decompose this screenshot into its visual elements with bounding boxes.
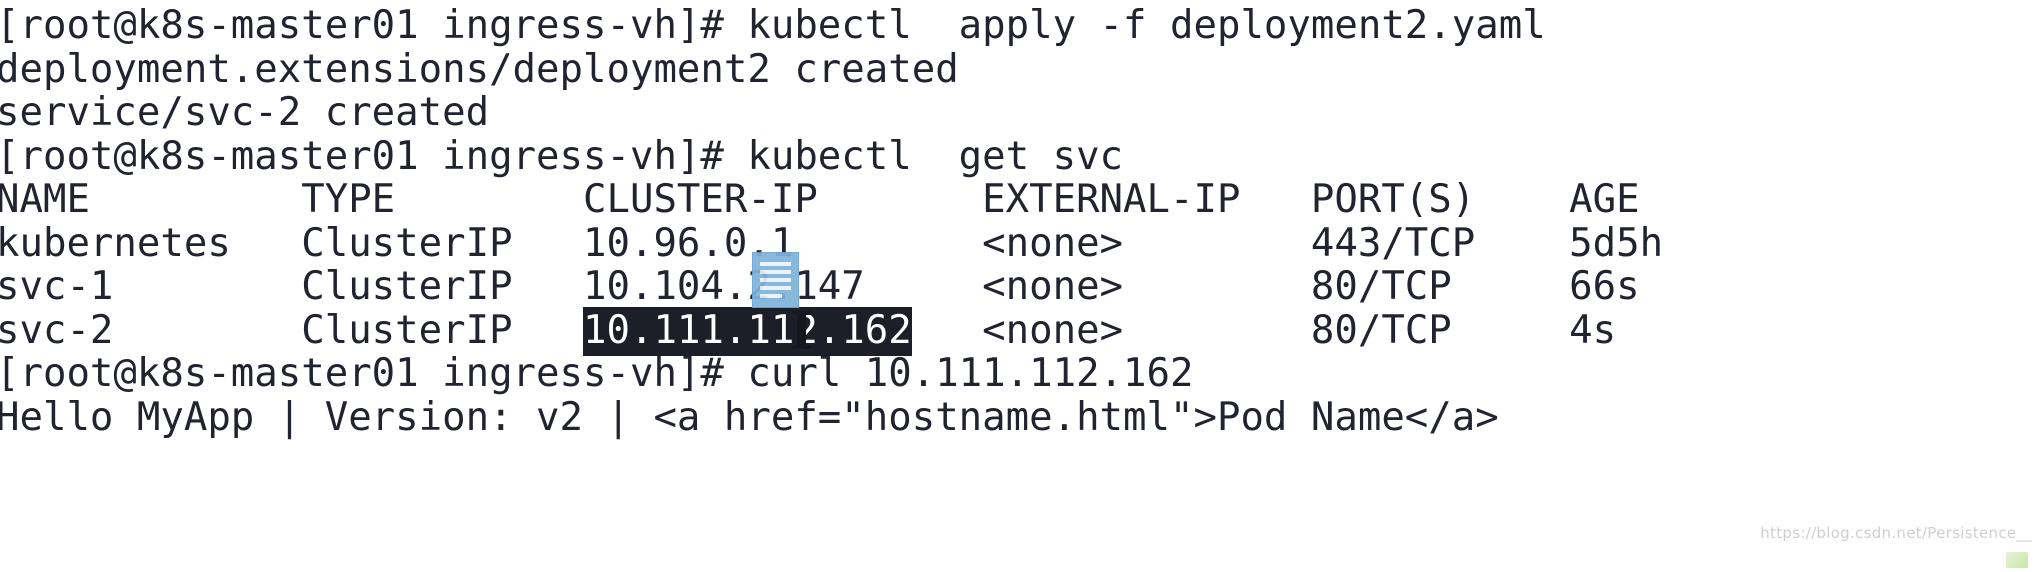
text-select-cursor-icon[interactable]	[752, 252, 799, 308]
watermark-logo-icon	[2006, 552, 2028, 568]
terminal-output-area[interactable]: [root@k8s-master01 ingress-vh]# kubectl …	[0, 0, 2042, 439]
cursor-line-5	[760, 294, 782, 298]
terminal-line-output-curl-response: Hello MyApp | Version: v2 | <a href="hos…	[0, 394, 1499, 440]
ibeam-caret-icon	[792, 311, 811, 349]
terminal-window[interactable]: [root@k8s-master01 ingress-vh]# kubectl …	[0, 0, 2042, 572]
terminal-line-row-svc-1: svc-1 ClusterIP 10.104.2.147 <none> 80/T…	[0, 264, 1640, 309]
cursor-line-2	[760, 270, 791, 274]
selected-cluster-ip[interactable]: 10.111.112.162	[583, 306, 912, 356]
terminal-line-output-service-created: service/svc-2 created	[0, 90, 490, 135]
cursor-line-1	[760, 262, 791, 266]
terminal-line-command-apply: [root@k8s-master01 ingress-vh]# kubectl …	[0, 3, 1546, 48]
terminal-line-table-header: NAME TYPE CLUSTER-IP EXTERNAL-IP PORT(S)…	[0, 177, 1640, 222]
terminal-line-row-kubernetes: kubernetes ClusterIP 10.96.0.1 <none> 44…	[0, 220, 1664, 266]
terminal-line-command-get-svc: [root@k8s-master01 ingress-vh]# kubectl …	[0, 133, 1124, 179]
cursor-line-3	[760, 278, 791, 282]
watermark-text: https://blog.csdn.net/Persistence__	[1760, 524, 2032, 542]
cursor-line-4	[760, 286, 791, 290]
row-svc-2-prefix: svc-2 ClusterIP	[0, 307, 583, 353]
row-svc-2-suffix: <none> 80/TCP 4s	[911, 307, 1617, 353]
terminal-line-output-deployment-created: deployment.extensions/deployment2 create…	[0, 46, 959, 92]
terminal-line-command-curl: [root@k8s-master01 ingress-vh]# curl 10.…	[0, 351, 1194, 396]
terminal-line-row-svc-2: svc-2 ClusterIP 10.111.112.162 <none> 80…	[0, 306, 2042, 356]
